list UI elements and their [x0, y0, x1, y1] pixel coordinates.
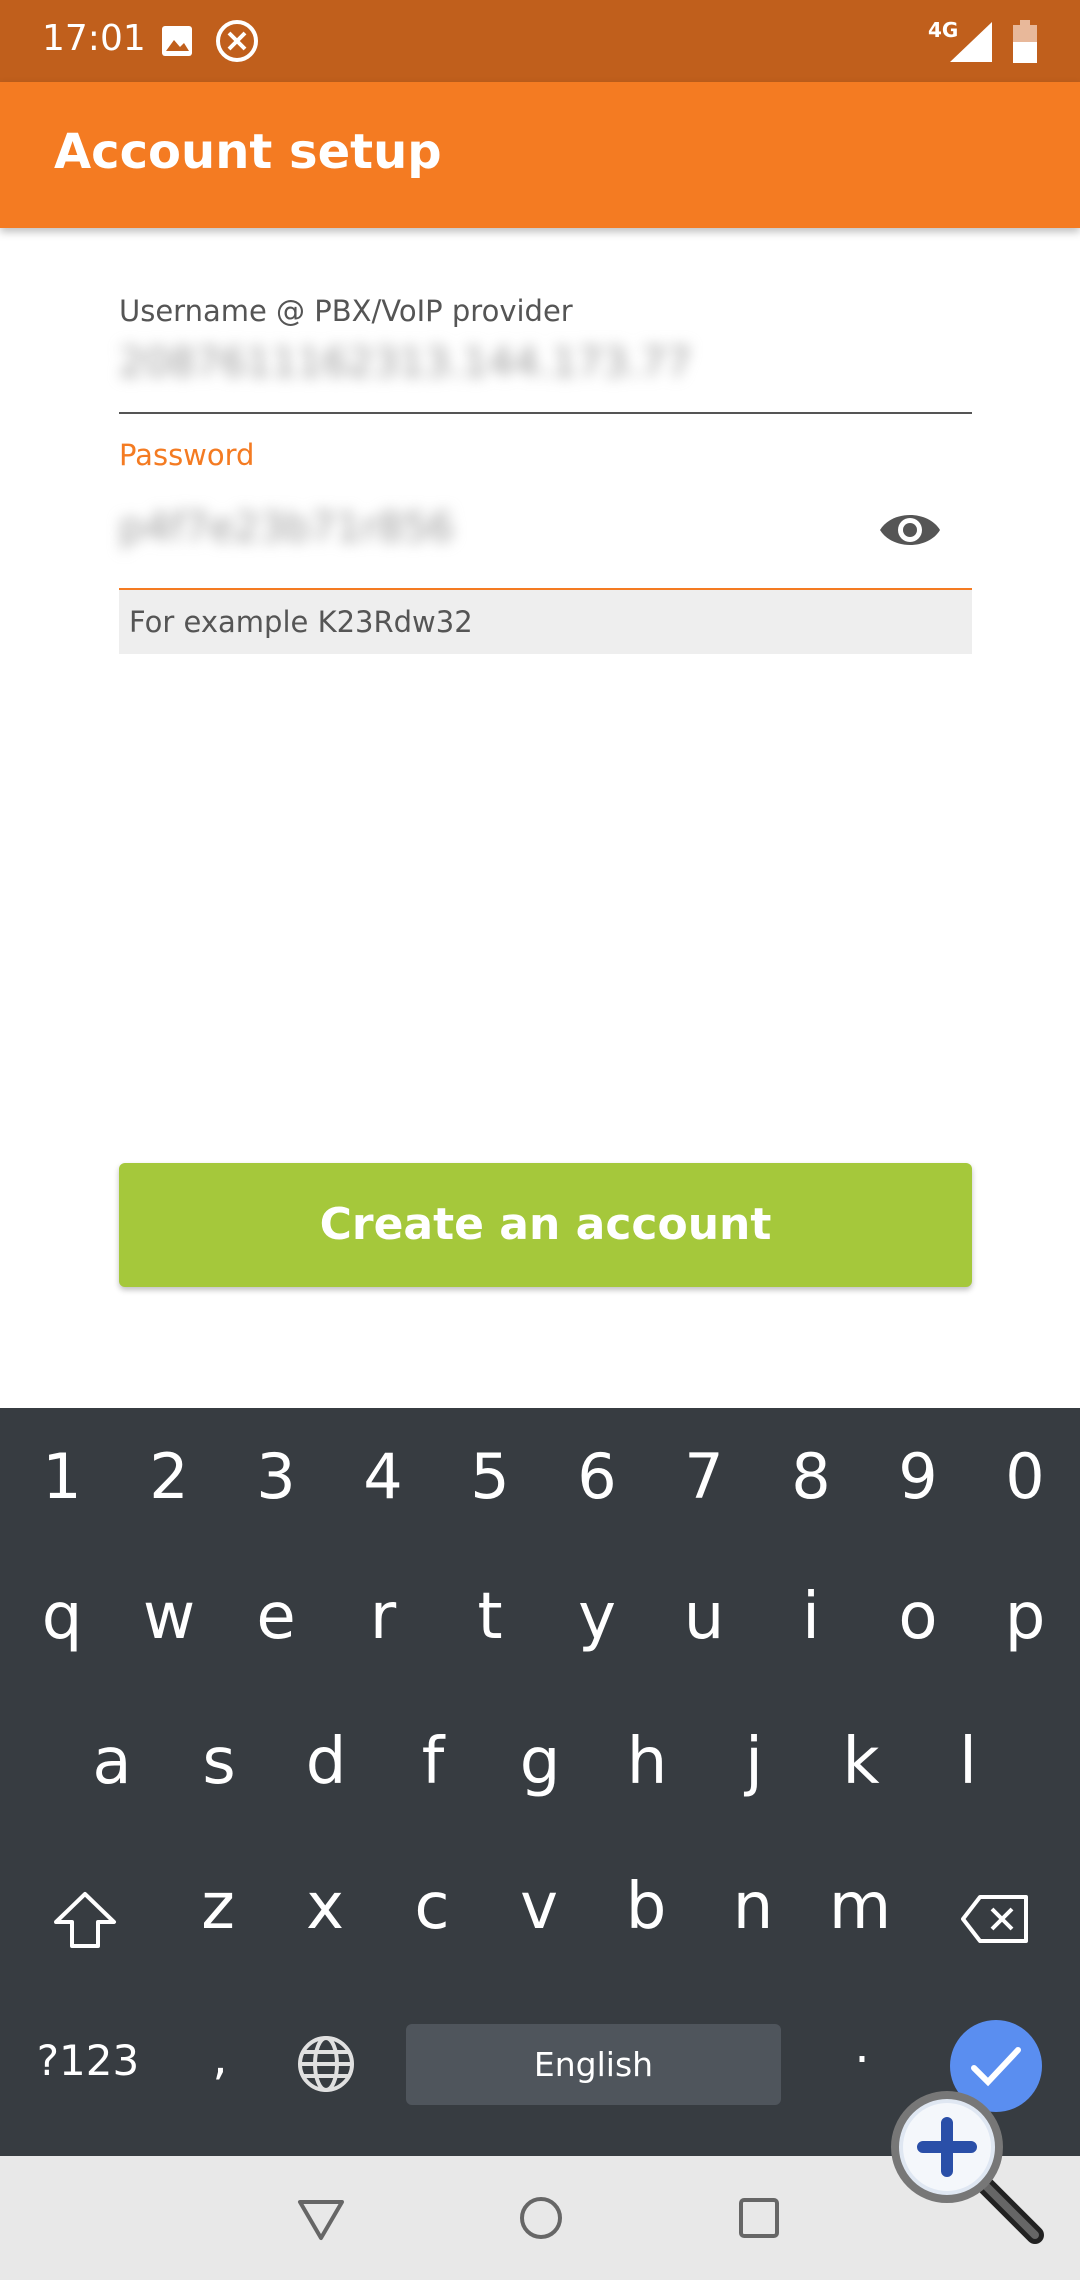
letter-h-key[interactable]: h — [597, 1725, 697, 1799]
number-9-key[interactable]: 9 — [868, 1440, 968, 1513]
letter-g-key[interactable]: g — [490, 1725, 590, 1799]
number-4-key[interactable]: 4 — [333, 1440, 433, 1513]
letter-q-key[interactable]: q — [12, 1580, 112, 1654]
letter-b-key[interactable]: b — [596, 1870, 696, 1944]
password-hint: For example K23Rdw32 — [129, 605, 473, 639]
number-5-key[interactable]: 5 — [440, 1440, 540, 1513]
symbols-key[interactable]: ?123 — [28, 2036, 148, 2085]
globe-language-icon[interactable] — [296, 2034, 356, 2098]
show-password-eye-icon[interactable] — [878, 500, 942, 564]
back-nav-icon[interactable] — [296, 2198, 346, 2246]
cancel-circle-icon — [214, 18, 260, 68]
password-input[interactable]: p4f7e23b71r856 — [119, 505, 454, 551]
letter-o-key[interactable]: o — [868, 1580, 968, 1654]
number-3-key[interactable]: 3 — [226, 1440, 326, 1513]
letter-p-key[interactable]: p — [975, 1580, 1075, 1654]
letter-w-key[interactable]: w — [119, 1580, 219, 1654]
letter-m-key[interactable]: m — [810, 1870, 910, 1944]
magnifier-zoom-icon[interactable] — [885, 2085, 1045, 2249]
letter-r-key[interactable]: r — [333, 1580, 433, 1654]
letter-d-key[interactable]: d — [276, 1725, 376, 1799]
letter-e-key[interactable]: e — [226, 1580, 326, 1654]
number-1-key[interactable]: 1 — [12, 1440, 112, 1513]
number-0-key[interactable]: 0 — [975, 1440, 1075, 1513]
letter-y-key[interactable]: y — [547, 1580, 647, 1654]
status-time: 17:01 — [42, 18, 146, 59]
number-8-key[interactable]: 8 — [761, 1440, 861, 1513]
username-input[interactable]: 2087611162313.144.173.77 — [119, 340, 692, 386]
home-nav-icon[interactable] — [517, 2194, 565, 2246]
number-2-key[interactable]: 2 — [119, 1440, 219, 1513]
letter-a-key[interactable]: a — [62, 1725, 162, 1799]
period-key[interactable]: . — [812, 2018, 912, 2074]
letter-i-key[interactable]: i — [761, 1580, 861, 1654]
password-label: Password — [119, 438, 255, 472]
letter-n-key[interactable]: n — [703, 1870, 803, 1944]
letter-z-key[interactable]: z — [168, 1870, 268, 1944]
spacebar-key[interactable]: English — [406, 2024, 781, 2105]
letter-t-key[interactable]: t — [440, 1580, 540, 1654]
letter-u-key[interactable]: u — [654, 1580, 754, 1654]
signal-icon — [946, 20, 994, 68]
shift-key-icon[interactable] — [52, 1890, 118, 1954]
image-icon — [160, 24, 194, 62]
backspace-key-icon[interactable] — [960, 1893, 1030, 1949]
battery-icon — [1012, 20, 1038, 68]
page-title: Account setup — [54, 124, 442, 180]
comma-key[interactable]: , — [170, 2030, 270, 2086]
letter-c-key[interactable]: c — [382, 1870, 482, 1944]
username-label: Username @ PBX/VoIP provider — [119, 294, 573, 328]
letter-f-key[interactable]: f — [383, 1725, 483, 1799]
letter-j-key[interactable]: j — [704, 1725, 804, 1799]
letter-k-key[interactable]: k — [811, 1725, 911, 1799]
username-underline — [119, 412, 972, 414]
number-7-key[interactable]: 7 — [654, 1440, 754, 1513]
letter-l-key[interactable]: l — [918, 1725, 1018, 1799]
letter-x-key[interactable]: x — [275, 1870, 375, 1944]
letter-s-key[interactable]: s — [169, 1725, 269, 1799]
number-6-key[interactable]: 6 — [547, 1440, 647, 1513]
letter-v-key[interactable]: v — [489, 1870, 589, 1944]
recents-nav-icon[interactable] — [737, 2196, 781, 2244]
status-bar: 17:01 4G — [0, 0, 1080, 82]
password-hint-box: For example K23Rdw32 — [119, 590, 972, 654]
create-account-button[interactable]: Create an account — [119, 1163, 972, 1287]
app-bar: Account setup — [0, 82, 1080, 228]
